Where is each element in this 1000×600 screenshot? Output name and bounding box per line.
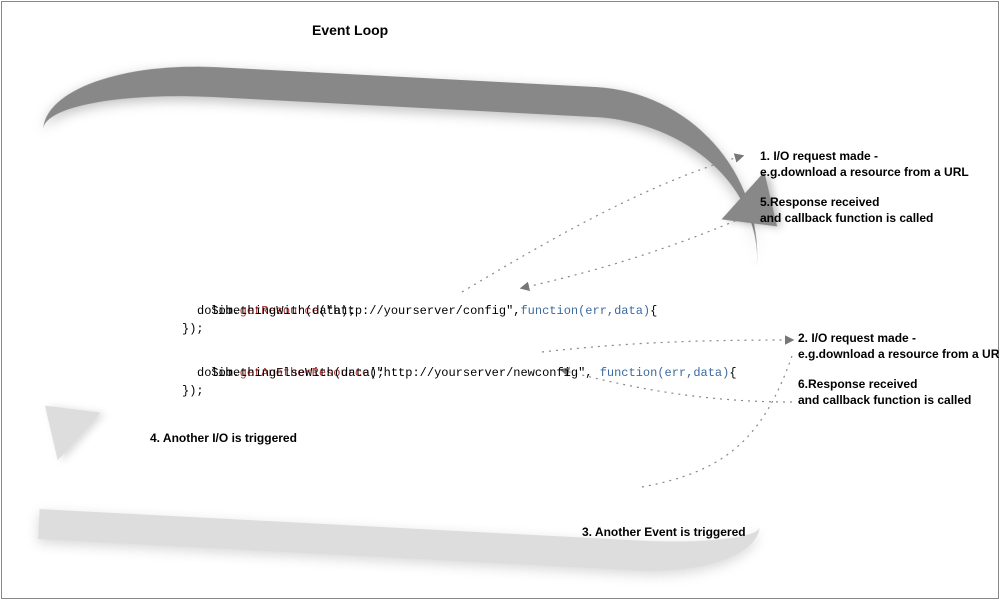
- caption-step-4: 4. Another I/O is triggered: [150, 430, 297, 446]
- caption-step-5: 5.Response received and callback functio…: [760, 194, 933, 226]
- event-loop-arc-bottom: [38, 369, 766, 576]
- code-snippet-2-body: doSomethingElseWith(data);: [197, 364, 384, 382]
- caption-step-2: 2. I/O request made - e.g.download a res…: [798, 330, 1000, 362]
- code-snippet-1-end: });: [182, 320, 204, 338]
- caption-step-6: 6.Response received and callback functio…: [798, 376, 971, 408]
- code-snippet-1-body: doSomethingWith(data);: [197, 302, 355, 320]
- caption-step-1: 1. I/O request made - e.g.download a res…: [760, 148, 969, 180]
- code-snippet-2-end: });: [182, 382, 204, 400]
- event-loop-diagram: Event Loop lib.getResource("http://yours…: [1, 1, 999, 599]
- caption-step-3: 3. Another Event is triggered: [582, 524, 746, 540]
- event-loop-arc-top: [38, 58, 766, 265]
- diagram-title: Event Loop: [312, 22, 388, 38]
